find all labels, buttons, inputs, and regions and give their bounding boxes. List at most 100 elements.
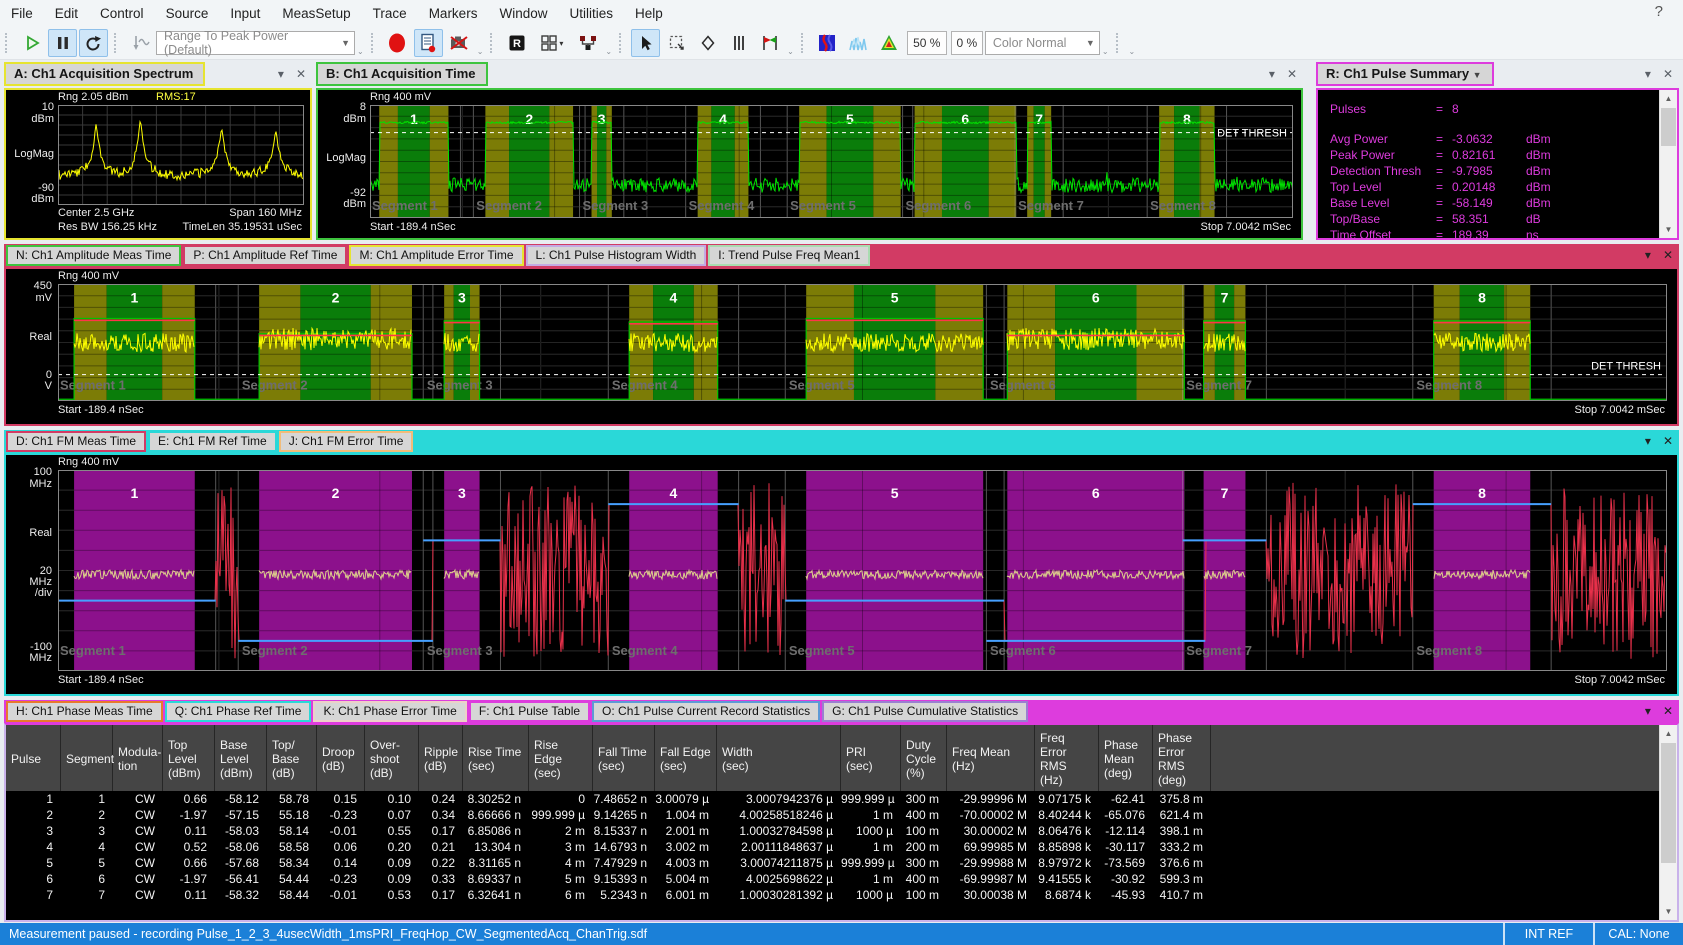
close-icon[interactable]: ✕ (1287, 68, 1297, 80)
tab-q[interactable]: Q: Ch1 Phase Ref Time (165, 701, 312, 722)
col-header[interactable]: Phase Mean (deg) (1099, 725, 1153, 791)
tab-p[interactable]: P: Ch1 Amplitude Ref Time (183, 245, 347, 266)
col-header[interactable]: Freq Error RMS (Hz) (1035, 725, 1099, 791)
col-header[interactable]: Rise Edge (sec) (529, 725, 593, 791)
minimize-icon[interactable]: ▾ (1645, 68, 1651, 80)
menu-utilities[interactable]: Utilities (558, 0, 624, 27)
overflow-chevron-icon[interactable]: ⌄ (357, 47, 364, 59)
overflow-chevron-icon[interactable]: ⌄ (787, 47, 794, 59)
col-header[interactable]: Droop (dB) (317, 725, 365, 791)
color-mode-dropdown[interactable]: Color Normal▼ (985, 31, 1100, 55)
marker-diamond-button[interactable] (693, 29, 722, 57)
table-row[interactable]: 22CW-1.97-57.1555.18-0.230.070.348.66666… (6, 807, 1660, 823)
window-title-tab[interactable]: R: Ch1 Pulse Summary ▼ (1316, 62, 1494, 86)
recall-trace-button[interactable]: R (502, 29, 531, 57)
tab-j[interactable]: J: Ch1 FM Error Time (279, 431, 414, 452)
tab-n[interactable]: N: Ch1 Amplitude Meas Time (6, 245, 181, 266)
fm-plot[interactable]: Segment 11Segment 22Segment 33Segment 44… (58, 470, 1667, 671)
menu-source[interactable]: Source (155, 0, 220, 27)
tab-m[interactable]: M: Ch1 Amplitude Error Time (349, 245, 523, 266)
tab-k[interactable]: K: Ch1 Phase Error Time (313, 701, 466, 722)
col-header[interactable]: Freq Mean (Hz) (947, 725, 1035, 791)
col-header[interactable]: Width (sec) (717, 725, 841, 791)
menu-trace[interactable]: Trace (362, 0, 418, 27)
table-row[interactable]: 11CW0.66-58.1258.780.150.100.248.30252 n… (6, 791, 1660, 807)
minimize-icon[interactable]: ▾ (1645, 705, 1651, 717)
menu-help[interactable]: Help (624, 0, 674, 27)
pulse-table[interactable]: PulseSegmentModula- tionTop Level (dBm)B… (6, 725, 1660, 920)
record-button[interactable] (383, 29, 412, 57)
histogram-button[interactable] (875, 29, 904, 57)
col-header[interactable]: Modula- tion (113, 725, 163, 791)
tab-e[interactable]: E: Ch1 FM Ref Time (148, 431, 277, 452)
marker-flags-button[interactable] (755, 29, 784, 57)
tab-f[interactable]: F: Ch1 Pulse Table (469, 701, 590, 722)
table-row[interactable]: 55CW0.66-57.6858.340.140.090.228.31165 n… (6, 855, 1660, 871)
table-scrollbar[interactable]: ▲ ▼ (1659, 725, 1677, 920)
window-title-tab[interactable]: B: Ch1 Acquisition Time (316, 62, 488, 86)
tab-l[interactable]: L: Ch1 Pulse Histogram Width (526, 245, 707, 266)
minimize-icon[interactable]: ▾ (1269, 68, 1275, 80)
waterfall-button[interactable] (844, 29, 873, 57)
col-header[interactable]: Over- shoot (dB) (365, 725, 419, 791)
spectrum-plot[interactable] (58, 105, 304, 205)
tab-o[interactable]: O: Ch1 Pulse Current Record Statistics (592, 701, 820, 722)
help-icon[interactable]: ? (1655, 3, 1663, 20)
col-header[interactable]: Fall Edge (sec) (655, 725, 717, 791)
close-icon[interactable]: ✕ (1663, 68, 1673, 80)
layout-grid-button[interactable]: ▾ (533, 29, 571, 57)
col-header[interactable]: Ripple (dB) (419, 725, 463, 791)
scrollbar-thumb[interactable] (1661, 108, 1676, 146)
measurement-hierarchy-button[interactable] (573, 29, 602, 57)
table-row[interactable]: 77CW0.11-58.3258.44-0.010.530.176.32641 … (6, 887, 1660, 903)
col-header[interactable]: Rise Time (sec) (463, 725, 529, 791)
band-markers-button[interactable] (724, 29, 753, 57)
window-title-tab[interactable]: A: Ch1 Acquisition Spectrum (4, 62, 205, 86)
autorange-icon[interactable] (126, 29, 155, 57)
scroll-up-icon[interactable]: ▲ (1660, 90, 1677, 107)
table-row[interactable]: 66CW-1.97-56.4154.44-0.230.090.338.69337… (6, 871, 1660, 887)
col-header[interactable]: Phase Error RMS (deg) (1153, 725, 1211, 791)
threshold-percent-box[interactable]: 0 % (951, 31, 983, 55)
tab-d[interactable]: D: Ch1 FM Meas Time (6, 431, 146, 452)
transparency-percent-box[interactable]: 50 % (907, 31, 947, 55)
table-row[interactable]: 33CW0.11-58.0358.14-0.010.550.176.85086 … (6, 823, 1660, 839)
col-header[interactable]: Base Level (dBm) (215, 725, 267, 791)
overflow-chevron-icon[interactable]: ⌄ (1129, 47, 1136, 59)
menu-meassetup[interactable]: MeasSetup (271, 0, 361, 27)
scroll-down-icon[interactable]: ▼ (1660, 221, 1677, 238)
tab-g[interactable]: G: Ch1 Pulse Cumulative Statistics (822, 701, 1028, 722)
col-header[interactable]: Duty Cycle (%) (901, 725, 947, 791)
menu-edit[interactable]: Edit (44, 0, 89, 27)
range-dropdown[interactable]: Range To Peak Power (Default)▼ (156, 31, 355, 55)
scrollbar-thumb[interactable] (1661, 743, 1676, 863)
reference-status[interactable]: INT REF (1505, 927, 1593, 941)
menu-markers[interactable]: Markers (418, 0, 489, 27)
col-header[interactable]: Segment (61, 725, 113, 791)
overflow-chevron-icon[interactable]: ⌄ (477, 47, 484, 59)
summary-scrollbar[interactable]: ▲ ▼ (1659, 90, 1677, 238)
minimize-icon[interactable]: ▾ (278, 68, 284, 80)
calibration-status[interactable]: CAL: None (1595, 927, 1683, 941)
col-header[interactable]: Fall Time (sec) (593, 725, 655, 791)
col-header[interactable]: Top Level (dBm) (163, 725, 215, 791)
pointer-tool-button[interactable] (631, 29, 660, 57)
menu-input[interactable]: Input (219, 0, 271, 27)
col-header[interactable]: Top/ Base (dB) (267, 725, 317, 791)
amplitude-plot[interactable]: Segment 11Segment 22Segment 33Segment 44… (58, 284, 1667, 401)
tab-h[interactable]: H: Ch1 Phase Meas Time (6, 701, 163, 722)
restart-button[interactable] (79, 29, 108, 57)
pause-button[interactable] (48, 29, 77, 57)
close-icon[interactable]: ✕ (296, 68, 306, 80)
spectrogram-button[interactable] (813, 29, 842, 57)
scroll-up-icon[interactable]: ▲ (1660, 725, 1677, 742)
close-icon[interactable]: ✕ (1663, 705, 1673, 717)
zoom-select-tool-button[interactable] (662, 29, 691, 57)
col-header[interactable]: PRI (sec) (841, 725, 901, 791)
overflow-chevron-icon[interactable]: ⌄ (1102, 47, 1109, 59)
close-icon[interactable]: ✕ (1663, 435, 1673, 447)
tab-i[interactable]: I: Trend Pulse Freq Mean1 (708, 245, 870, 266)
menu-window[interactable]: Window (488, 0, 558, 27)
col-header[interactable]: Pulse (6, 725, 61, 791)
overflow-chevron-icon[interactable]: ⌄ (605, 47, 612, 59)
